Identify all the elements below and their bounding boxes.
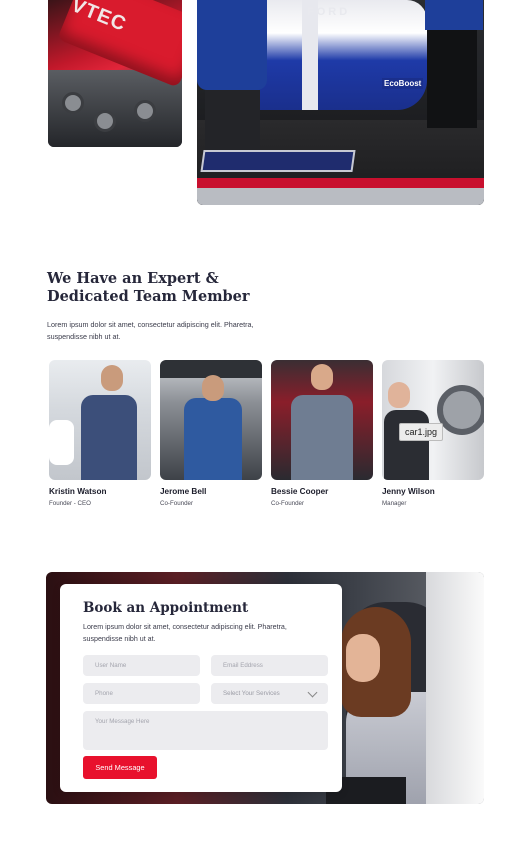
phone-input[interactable] xyxy=(83,683,200,704)
engine-image: VTEC xyxy=(48,0,182,147)
message-textarea[interactable] xyxy=(83,711,328,750)
chevron-down-icon xyxy=(307,687,318,697)
appointment-title: Book an Appointment xyxy=(83,600,249,616)
team-member-name: Bessie Cooper xyxy=(271,487,329,496)
team-member-photo[interactable] xyxy=(49,360,151,480)
team-section-description: Lorem ipsum dolor sit amet, consectetur … xyxy=(47,320,254,341)
car-brand-text: FORD xyxy=(307,6,351,18)
user-name-input[interactable] xyxy=(83,655,200,676)
services-select[interactable]: Select Your Services xyxy=(211,683,328,704)
car-sponsor-text: EcoBoost xyxy=(382,78,424,89)
email-input[interactable] xyxy=(211,655,328,676)
send-message-button[interactable]: Send Message xyxy=(83,756,157,779)
team-member-role: Founder - CEO xyxy=(49,500,91,507)
team-member-photo[interactable] xyxy=(160,360,262,480)
team-member-photo[interactable] xyxy=(382,360,484,480)
race-car-image: FORD EcoBoost xyxy=(197,0,484,205)
team-section-title: We Have an Expert & Dedicated Team Membe… xyxy=(47,270,250,305)
team-member-photo[interactable] xyxy=(271,360,373,480)
team-member-role: Co-Founder xyxy=(271,500,305,507)
image-filename-tooltip: car1.jpg xyxy=(399,423,444,441)
team-member-name: Kristin Watson xyxy=(49,487,107,496)
team-member-name: Jerome Bell xyxy=(160,487,207,496)
appointment-description: Lorem ipsum dolor sit amet, consectetur … xyxy=(83,623,287,643)
team-member-role: Manager xyxy=(382,500,407,507)
team-member-name: Jenny Wilson xyxy=(382,487,435,496)
team-member-role: Co-Founder xyxy=(160,500,194,507)
services-select-label: Select Your Services xyxy=(223,690,280,697)
